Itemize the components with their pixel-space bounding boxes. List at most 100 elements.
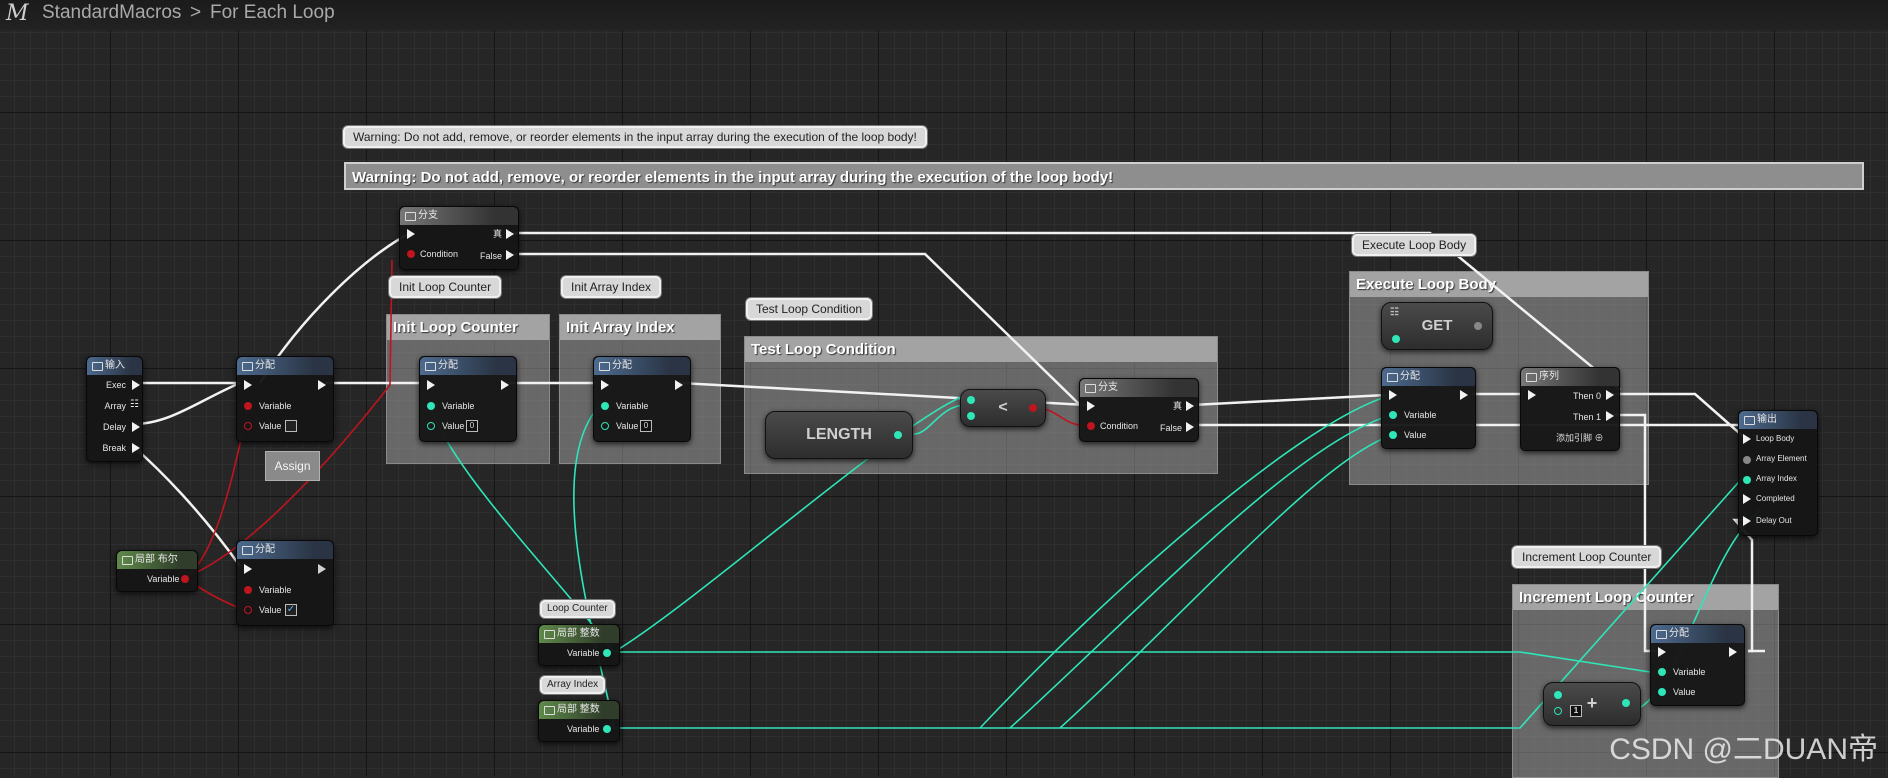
array-pin-icon[interactable]: ☷ xyxy=(130,399,139,411)
data-pin-icon[interactable] xyxy=(244,402,252,410)
bubble-loop-counter[interactable]: Loop Counter xyxy=(540,600,615,618)
bubble-array-index[interactable]: Array Index xyxy=(540,676,606,694)
exec-pin-icon[interactable] xyxy=(1186,401,1194,411)
data-pin-icon[interactable] xyxy=(244,586,252,594)
exec-pin-icon[interactable] xyxy=(1743,516,1751,526)
exec-pin-icon[interactable] xyxy=(132,443,140,453)
checkbox-icon[interactable]: ✓ xyxy=(285,604,297,616)
value-input[interactable]: 0 xyxy=(466,420,478,432)
resize-grip-icon[interactable] xyxy=(708,451,718,461)
bubble-execute-loop-body[interactable]: Execute Loop Body xyxy=(1352,234,1477,256)
exec-pin-icon[interactable] xyxy=(1606,411,1614,421)
exec-pin-icon[interactable] xyxy=(1729,647,1737,657)
exec-pin-icon[interactable] xyxy=(1528,390,1536,400)
resize-grip-icon[interactable] xyxy=(1205,461,1215,471)
node-branch-mid[interactable]: 分支 真 Condition False xyxy=(1079,378,1199,442)
bubble-test-loop-condition[interactable]: Test Loop Condition xyxy=(746,298,873,320)
pin-label: Break xyxy=(102,443,126,453)
resize-grip-icon[interactable] xyxy=(537,451,547,461)
exec-pin-icon[interactable] xyxy=(1087,401,1095,411)
exec-pin-icon[interactable] xyxy=(1460,390,1468,400)
data-pin-icon[interactable] xyxy=(967,412,975,420)
data-pin-icon[interactable] xyxy=(1554,707,1562,715)
data-pin-icon[interactable] xyxy=(427,422,435,430)
exec-pin-icon[interactable] xyxy=(501,380,509,390)
resize-grip-icon[interactable] xyxy=(1636,472,1646,482)
checkbox-icon[interactable] xyxy=(285,420,297,432)
data-pin-icon[interactable] xyxy=(1087,422,1095,430)
bubble-init-loop-counter[interactable]: Init Loop Counter xyxy=(389,276,502,298)
exec-pin-icon[interactable] xyxy=(1606,390,1614,400)
exec-pin-icon[interactable] xyxy=(318,564,326,574)
exec-pin-icon[interactable] xyxy=(506,229,514,239)
data-pin-icon[interactable] xyxy=(407,250,415,258)
data-pin-icon[interactable] xyxy=(1554,691,1562,699)
breadcrumb-root[interactable]: StandardMacros xyxy=(42,2,181,24)
data-pin-icon[interactable] xyxy=(1658,668,1666,676)
node-get[interactable]: ☷ GET xyxy=(1381,302,1493,350)
data-pin-icon[interactable] xyxy=(244,606,252,614)
data-pin-icon[interactable] xyxy=(1743,476,1751,484)
node-input[interactable]: 输入 Exec Array ☷ Delay Break xyxy=(86,356,143,462)
node-assign-init-index[interactable]: 分配 Variable Value 0 xyxy=(593,356,691,442)
data-pin-icon[interactable] xyxy=(601,402,609,410)
exec-pin-icon[interactable] xyxy=(427,380,435,390)
pin-label: Value xyxy=(442,421,465,431)
data-pin-icon[interactable] xyxy=(603,649,611,657)
exec-pin-icon[interactable] xyxy=(1389,390,1397,400)
exec-pin-icon[interactable] xyxy=(244,380,252,390)
node-output[interactable]: 输出 Loop Body Array Element Array Index C… xyxy=(1738,410,1818,536)
data-pin-icon[interactable] xyxy=(1658,688,1666,696)
node-less[interactable]: < xyxy=(960,389,1046,427)
data-pin-icon[interactable] xyxy=(427,402,435,410)
node-assign-a[interactable]: 分配 Variable Value xyxy=(236,356,334,442)
warning-comment-bar[interactable]: Warning: Do not add, remove, or reorder … xyxy=(344,162,1864,190)
exec-pin-icon[interactable] xyxy=(1743,434,1751,444)
node-assign-exec[interactable]: 分配 Variable Value xyxy=(1381,367,1476,449)
data-pin-icon[interactable] xyxy=(603,725,611,733)
data-pin-icon[interactable] xyxy=(1389,431,1397,439)
data-pin-icon[interactable] xyxy=(1743,456,1751,464)
node-local-int-counter[interactable]: 局部 整数 Variable xyxy=(538,624,620,666)
bubble-increment-loop-counter[interactable]: Increment Loop Counter xyxy=(1512,546,1662,568)
value-input[interactable]: 1 xyxy=(1570,705,1582,717)
warning-bubble[interactable]: Warning: Do not add, remove, or reorder … xyxy=(343,126,927,148)
data-pin-icon[interactable] xyxy=(1622,699,1630,707)
node-sequence[interactable]: 序列 Then 0 Then 1 添加引脚 ⊕ xyxy=(1520,367,1620,451)
data-pin-icon[interactable] xyxy=(601,422,609,430)
exec-pin-icon[interactable] xyxy=(244,564,252,574)
pin-label: Delay xyxy=(102,422,126,432)
exec-pin-icon[interactable] xyxy=(132,422,140,432)
data-pin-icon[interactable] xyxy=(894,431,902,439)
pin-label: Variable xyxy=(147,574,180,584)
node-assign-init-counter[interactable]: 分配 Variable Value 0 xyxy=(419,356,517,442)
exec-pin-icon[interactable] xyxy=(407,229,415,239)
data-pin-icon[interactable] xyxy=(967,396,975,404)
exec-pin-icon[interactable] xyxy=(318,380,326,390)
array-pin-icon[interactable]: ☷ xyxy=(1390,307,1399,319)
exec-pin-icon[interactable] xyxy=(1743,494,1751,504)
exec-pin-icon[interactable] xyxy=(1658,647,1666,657)
data-pin-icon[interactable] xyxy=(1392,335,1400,343)
exec-pin-icon[interactable] xyxy=(1186,422,1194,432)
data-pin-icon[interactable] xyxy=(181,575,189,583)
exec-pin-icon[interactable] xyxy=(132,380,140,390)
value-input[interactable]: 0 xyxy=(640,420,652,432)
node-local-int-index[interactable]: 局部 整数 Variable xyxy=(538,700,620,742)
exec-pin-icon[interactable] xyxy=(675,380,683,390)
data-pin-icon[interactable] xyxy=(1474,322,1482,330)
node-assign-bool[interactable]: 分配 Variable Value ✓ xyxy=(236,540,334,626)
blueprint-graph-canvas[interactable]: M StandardMacros > For Each Loop Init Lo… xyxy=(0,0,1888,778)
bubble-init-array-index[interactable]: Init Array Index xyxy=(561,276,662,298)
node-assign-inc[interactable]: 分配 Variable Value xyxy=(1650,624,1745,706)
add-pin-button[interactable]: 添加引脚 ⊕ xyxy=(1556,431,1604,444)
node-length[interactable]: LENGTH xyxy=(765,411,913,459)
data-pin-icon[interactable] xyxy=(244,422,252,430)
node-branch-top[interactable]: 分支 真 Condition False xyxy=(399,206,519,270)
data-pin-icon[interactable] xyxy=(1029,404,1037,412)
exec-pin-icon[interactable] xyxy=(506,250,514,260)
exec-pin-icon[interactable] xyxy=(601,380,609,390)
node-local-bool[interactable]: 局部 布尔 Variable xyxy=(116,550,198,592)
node-plus[interactable]: 1 + xyxy=(1543,682,1641,726)
data-pin-icon[interactable] xyxy=(1389,411,1397,419)
